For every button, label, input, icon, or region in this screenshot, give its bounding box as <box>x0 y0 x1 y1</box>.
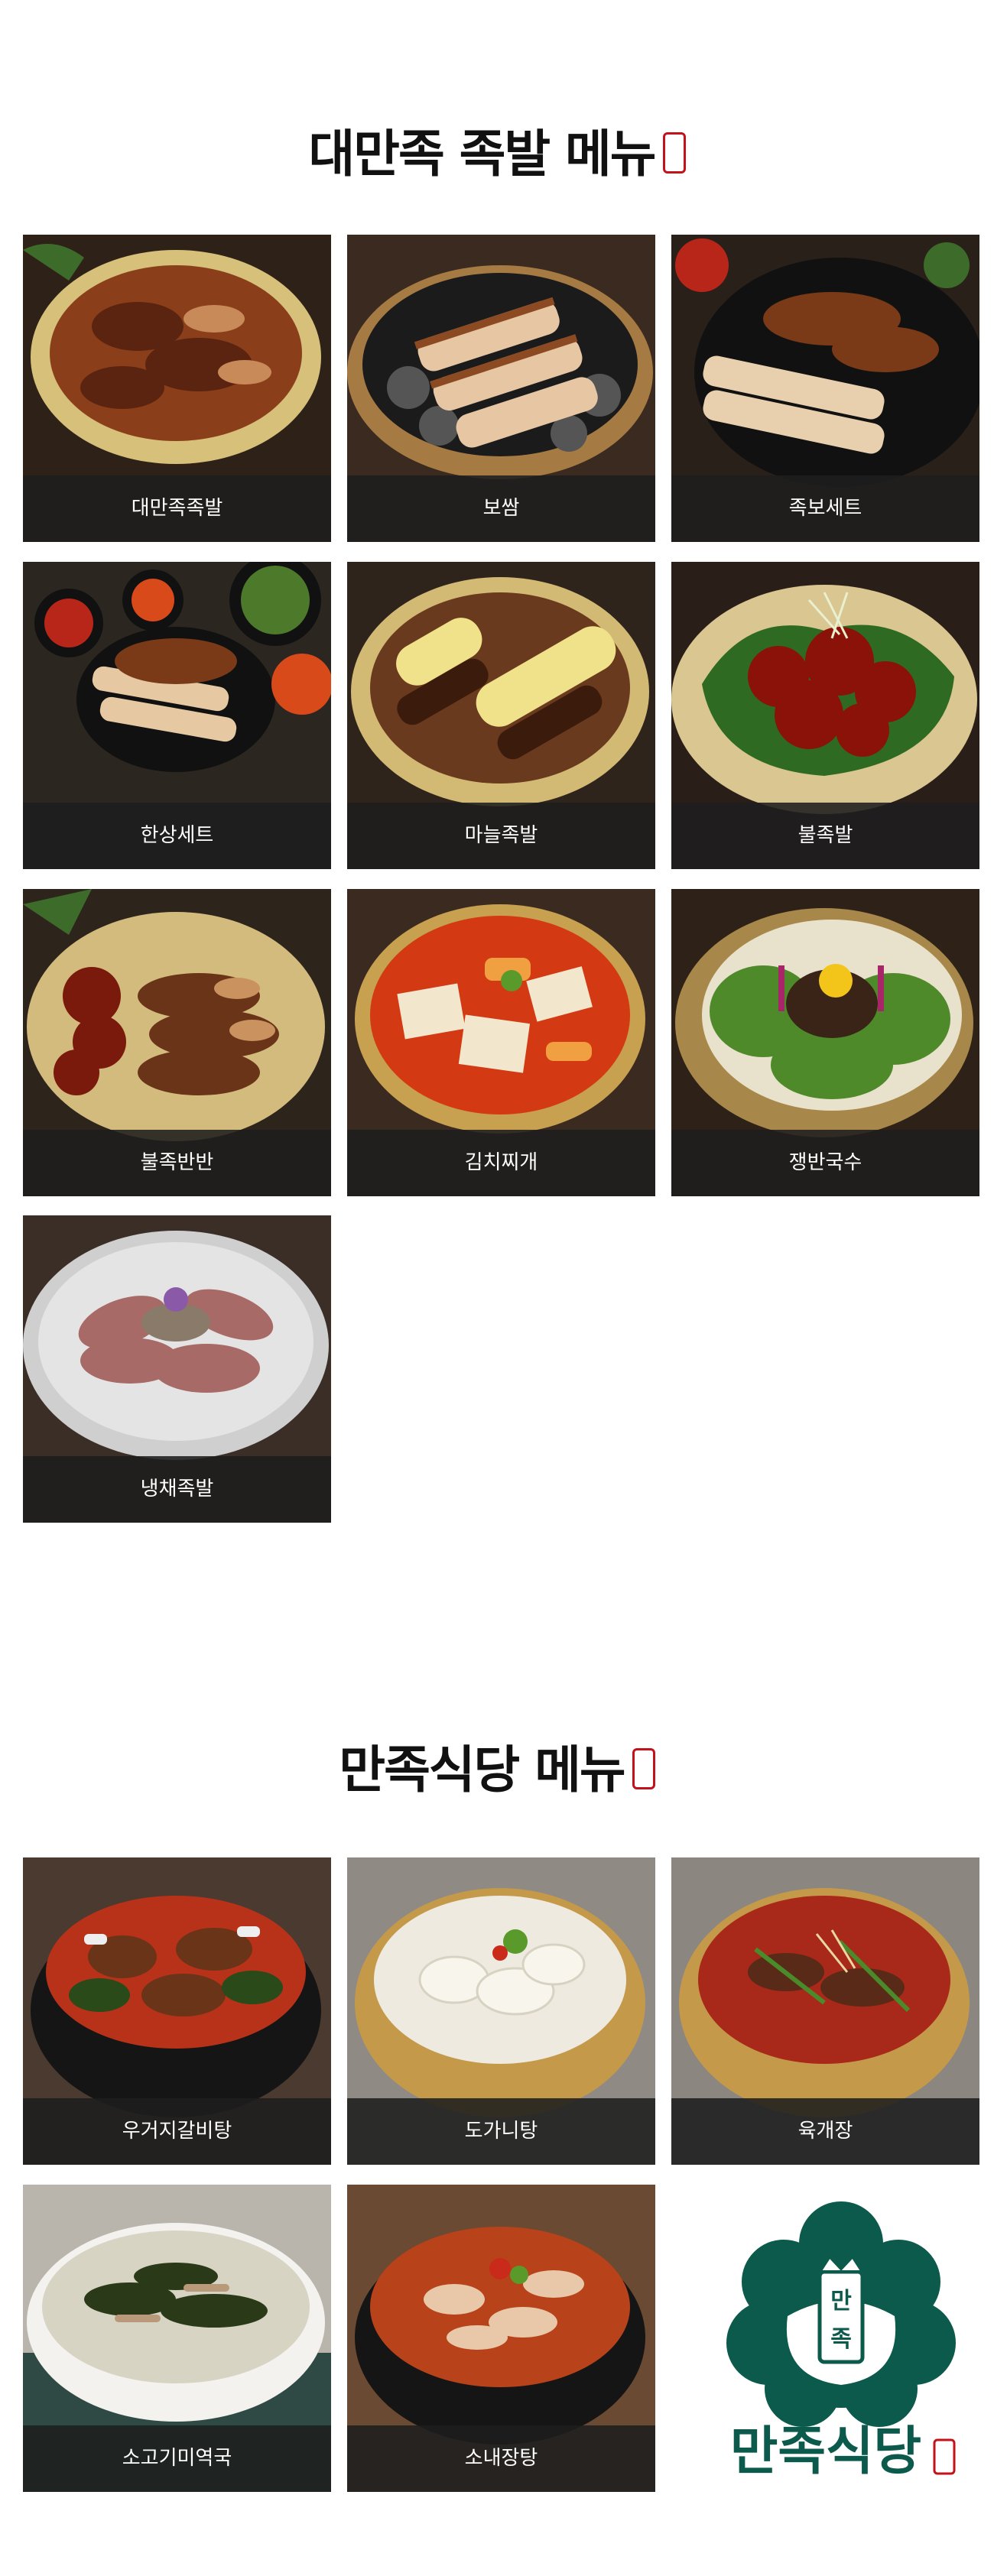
menu-card-label: 한상세트 <box>23 803 331 869</box>
menu-card-knee-soup[interactable]: 도가니탕 <box>347 1857 655 2165</box>
menu-card-label: 소내장탕 <box>347 2425 655 2492</box>
menu-card-spicy-jokbal[interactable]: 불족발 <box>671 562 979 869</box>
logo-emblem-icon: 만 족 만족식당 <box>726 2201 956 2482</box>
menu-card-bossam[interactable]: 보쌈 <box>347 235 655 542</box>
section-title-restaurant-text: 만족식당 메뉴 <box>339 1741 625 1799</box>
menu-card-label: 김치찌개 <box>347 1130 655 1196</box>
logo-name-text: 만족식당 <box>730 2422 921 2482</box>
logo-badge-bottom-text: 족 <box>830 2326 852 2353</box>
seal-stamp-icon <box>632 1747 655 1789</box>
menu-card-seaweed-soup[interactable]: 소고기미역국 <box>23 2185 331 2492</box>
menu-card-label: 불족발 <box>671 803 979 869</box>
menu-card-label: 보쌈 <box>347 475 655 542</box>
menu-card-hansang-set[interactable]: 한상세트 <box>23 562 331 869</box>
menu-card-label: 냉채족발 <box>23 1456 331 1523</box>
menu-card-label: 쟁반국수 <box>671 1130 979 1196</box>
menu-card-spicy-beef-soup[interactable]: 육개장 <box>671 1857 979 2165</box>
menu-card-tray-noodles[interactable]: 쟁반국수 <box>671 889 979 1196</box>
menu-card-label: 족보세트 <box>671 475 979 542</box>
section-title-jokbal: 대만족 족발 메뉴 <box>0 113 994 187</box>
menu-card-tripe-soup[interactable]: 소내장탕 <box>347 2185 655 2492</box>
menu-card-label: 도가니탕 <box>347 2098 655 2165</box>
menu-card-label: 육개장 <box>671 2098 979 2165</box>
menu-card-kimchi-stew[interactable]: 김치찌개 <box>347 889 655 1196</box>
menu-card-label: 우거지갈비탕 <box>23 2098 331 2165</box>
seal-stamp-icon <box>662 131 686 174</box>
menu-card-label: 소고기미역국 <box>23 2425 331 2492</box>
menu-card-garlic-jokbal[interactable]: 마늘족발 <box>347 562 655 869</box>
menu-card-label: 대만족족발 <box>23 475 331 542</box>
logo-badge-top-text: 만 <box>830 2288 852 2315</box>
section-title-jokbal-text: 대만족 족발 메뉴 <box>308 125 657 183</box>
menu-card-rib-soup[interactable]: 우거지갈비탕 <box>23 1857 331 2165</box>
section-title-restaurant: 만족식당 메뉴 <box>0 1729 994 1802</box>
menu-card-jokbo-set[interactable]: 족보세트 <box>671 235 979 542</box>
menu-card-half-half[interactable]: 불족반반 <box>23 889 331 1196</box>
menu-card-label: 불족반반 <box>23 1130 331 1196</box>
manjok-sikdang-logo: 만 족 만족식당 <box>711 2201 971 2500</box>
menu-card-jokbal[interactable]: 대만족족발 <box>23 235 331 542</box>
menu-card-cold-jokbal[interactable]: 냉채족발 <box>23 1215 331 1523</box>
menu-card-label: 마늘족발 <box>347 803 655 869</box>
